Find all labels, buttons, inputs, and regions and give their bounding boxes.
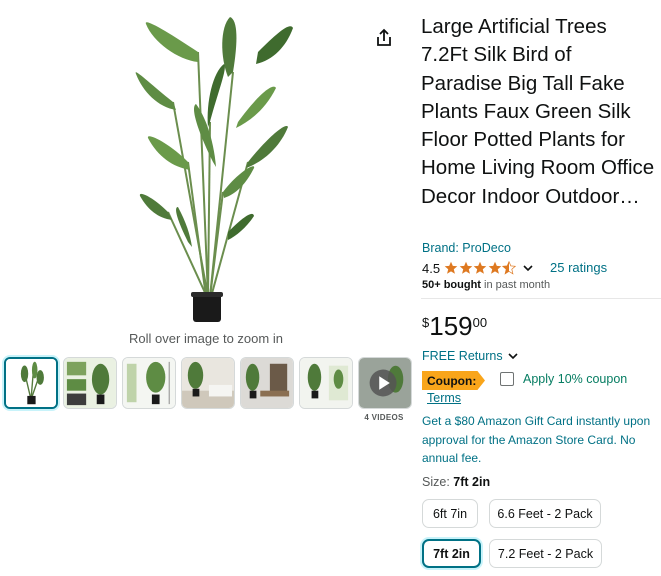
price-whole: 159 xyxy=(429,311,473,341)
coupon-terms-link[interactable]: Terms xyxy=(427,391,461,405)
free-returns-label: FREE Returns xyxy=(422,349,503,363)
ratings-count-link[interactable]: 25 ratings xyxy=(550,260,607,275)
size-option-6-6-feet-2-pack[interactable]: 6.6 Feet - 2 Pack xyxy=(489,499,601,528)
coupon-badge: Coupon: xyxy=(422,371,485,390)
size-label-text: Size: xyxy=(422,475,450,489)
thumbnail-office[interactable] xyxy=(240,357,294,409)
selected-size: 7ft 2in xyxy=(453,475,491,489)
rating-row: 4.5 xyxy=(422,259,534,277)
thumbnail-features-infographic[interactable] xyxy=(63,357,117,409)
videos-count-label: 4 VIDEOS xyxy=(364,413,404,422)
price-symbol: $ xyxy=(422,315,430,330)
price-fraction: 00 xyxy=(472,315,488,330)
thumbnail-video[interactable] xyxy=(358,357,412,409)
main-product-image[interactable] xyxy=(128,12,298,324)
chevron-down-icon[interactable] xyxy=(522,262,534,274)
gift-card-offer-link[interactable]: Get a $80 Amazon Gift Card instantly upo… xyxy=(422,412,658,468)
star-icon xyxy=(488,261,501,274)
star-rating[interactable] xyxy=(444,261,517,275)
size-option-6ft-7in[interactable]: 6ft 7in xyxy=(422,499,478,528)
rating-value: 4.5 xyxy=(422,260,441,276)
chevron-down-icon xyxy=(508,353,518,360)
share-icon[interactable] xyxy=(372,26,396,50)
size-option-7-2-feet-2-pack[interactable]: 7.2 Feet - 2 Pack xyxy=(489,539,602,568)
size-option-7ft-2in[interactable]: 7ft 2in xyxy=(422,539,481,568)
product-page: Roll over image to zoom in 4 VIDEOS Larg… xyxy=(0,0,661,576)
free-returns-link[interactable]: FREE Returns xyxy=(422,349,519,363)
divider xyxy=(421,298,661,299)
brand-link[interactable]: Brand: ProDeco xyxy=(422,241,511,255)
bought-in-past-month: 50+ bought in past month xyxy=(422,279,550,291)
bought-suffix: in past month xyxy=(480,279,551,291)
thumbnail-living-room[interactable] xyxy=(181,357,235,409)
size-label: Size: 7ft 2in xyxy=(422,475,490,489)
star-icon xyxy=(473,261,487,274)
star-icon xyxy=(444,261,458,274)
price: $ 159 00 xyxy=(422,313,487,339)
half-star-icon xyxy=(502,261,517,275)
bought-count: 50+ bought xyxy=(422,279,481,291)
thumbnail-two-pack[interactable] xyxy=(299,357,353,409)
star-icon xyxy=(459,261,472,274)
thumbnail-size-infographic[interactable] xyxy=(122,357,176,409)
product-title: Large Artificial Trees 7.2Ft Silk Bird o… xyxy=(421,15,655,208)
zoom-hint-text: Roll over image to zoom in xyxy=(129,331,283,346)
thumbnail-plant-pot[interactable] xyxy=(4,357,58,409)
coupon-checkbox[interactable] xyxy=(500,372,514,386)
apply-coupon-label[interactable]: Apply 10% coupon xyxy=(523,372,627,386)
